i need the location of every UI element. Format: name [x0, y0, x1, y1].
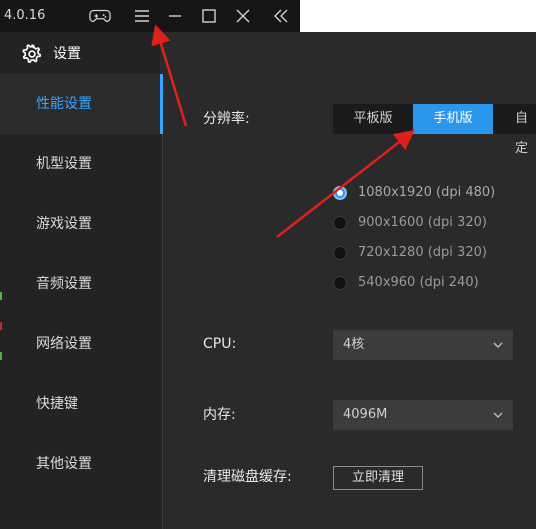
app-version: 4.0.16: [4, 8, 46, 23]
sidebar-item-audio[interactable]: 音频设置: [0, 254, 162, 314]
sidebar-item-performance[interactable]: 性能设置: [0, 74, 163, 134]
app-root: 4.0.16 设置 性能设置 机型设置 游戏设置 音频设置 网络设置 快捷键 其…: [0, 0, 536, 529]
close-icon[interactable]: [232, 5, 254, 27]
radio-button[interactable]: [333, 216, 347, 230]
chevron-down-icon: [493, 342, 503, 348]
memory-select[interactable]: 4096M: [333, 400, 513, 430]
chevron-down-icon: [493, 412, 503, 418]
resolution-option-label: 540x960 (dpi 240): [358, 275, 479, 290]
sidebar-item-device-model[interactable]: 机型设置: [0, 134, 162, 194]
maximize-icon[interactable]: [198, 5, 220, 27]
resolution-option-720[interactable]: 720x1280 (dpi 320): [333, 244, 487, 262]
settings-title: 设置: [53, 46, 81, 62]
cpu-select[interactable]: 4核: [333, 330, 513, 360]
settings-header: 设置: [0, 32, 536, 74]
settings-sidebar: 性能设置 机型设置 游戏设置 音频设置 网络设置 快捷键 其他设置: [0, 74, 163, 529]
sidebar-item-shortcuts[interactable]: 快捷键: [0, 374, 162, 434]
gamepad-icon[interactable]: [89, 5, 111, 27]
disk-cache-label: 清理磁盘缓存:: [203, 469, 292, 485]
menu-icon[interactable]: [131, 5, 153, 27]
radio-button[interactable]: [333, 276, 347, 290]
resolution-label: 分辨率:: [203, 111, 250, 127]
radio-button[interactable]: [333, 186, 347, 200]
tab-phone[interactable]: 手机版: [413, 104, 493, 134]
title-bar: 4.0.16: [0, 0, 300, 32]
resolution-option-label: 900x1600 (dpi 320): [358, 215, 487, 230]
sidebar-item-other[interactable]: 其他设置: [0, 434, 162, 494]
tab-tablet[interactable]: 平板版: [333, 104, 413, 134]
cpu-value: 4核: [343, 337, 365, 352]
minimize-icon[interactable]: [164, 5, 186, 27]
sidebar-item-network[interactable]: 网络设置: [0, 314, 162, 374]
sidebar-item-game[interactable]: 游戏设置: [0, 194, 162, 254]
gear-icon: [22, 44, 42, 63]
resolution-option-label: 1080x1920 (dpi 480): [358, 185, 496, 200]
resolution-option-540[interactable]: 540x960 (dpi 240): [333, 274, 479, 292]
clear-cache-button[interactable]: 立即清理: [333, 466, 423, 490]
tab-custom[interactable]: 自定: [493, 104, 536, 156]
collapse-icon[interactable]: [270, 5, 292, 27]
cpu-label: CPU:: [203, 336, 237, 352]
resolution-option-1080[interactable]: 1080x1920 (dpi 480): [333, 184, 495, 202]
performance-settings-panel: 分辨率: 平板版 手机版 自定 1080x1920 (dpi 480) 900x…: [163, 74, 536, 529]
resolution-option-900[interactable]: 900x1600 (dpi 320): [333, 214, 487, 232]
settings-window: 设置 性能设置 机型设置 游戏设置 音频设置 网络设置 快捷键 其他设置 分辨率…: [0, 32, 536, 529]
memory-label: 内存:: [203, 407, 236, 423]
resolution-option-label: 720x1280 (dpi 320): [358, 245, 487, 260]
memory-value: 4096M: [343, 407, 388, 422]
radio-button[interactable]: [333, 246, 347, 260]
